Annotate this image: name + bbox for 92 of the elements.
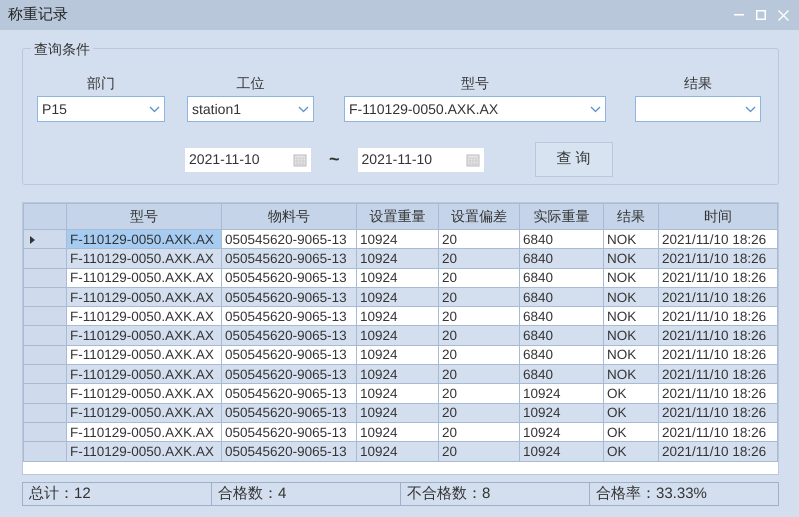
table-cell: OK xyxy=(604,442,658,462)
table-cell: F-110129-0050.AXK.AX xyxy=(66,403,222,422)
dropdown-field[interactable]: P15 xyxy=(37,96,165,122)
table-cell: 20 xyxy=(438,248,520,268)
table-cell: OK xyxy=(604,403,658,422)
chevron-down-icon xyxy=(149,106,160,112)
table-cell: 6840 xyxy=(520,287,604,307)
table-cell: F-110129-0050.AXK.AX xyxy=(66,230,222,249)
field-label: 结果 xyxy=(684,74,712,93)
date-separator: ~ xyxy=(329,148,340,171)
table-cell: 10924 xyxy=(520,384,604,404)
table-cell: 10924 xyxy=(520,403,604,422)
table-cell: 10924 xyxy=(356,403,438,422)
table-cell: F-110129-0050.AXK.AX xyxy=(66,384,222,404)
status-text: 合格率：33.33% xyxy=(595,484,708,504)
table-cell: 6840 xyxy=(520,326,604,346)
table-cell: 050545620-9065-13 xyxy=(222,442,356,462)
status-text: 合格数：4 xyxy=(212,483,401,505)
column-header[interactable]: 时间 xyxy=(658,204,778,230)
calendar-icon[interactable] xyxy=(293,152,307,166)
table-cell: 10924 xyxy=(356,268,438,288)
column-header[interactable]: 设置偏差 xyxy=(438,204,520,230)
table-cell: 6840 xyxy=(520,268,604,288)
date-field[interactable]: 2021-11-10 xyxy=(358,148,484,172)
table-cell: F-110129-0050.AXK.AX xyxy=(66,442,222,462)
table-cell: 20 xyxy=(438,442,520,462)
field-label: 工位 xyxy=(236,74,264,93)
column-header[interactable]: 设置重量 xyxy=(356,204,438,230)
table-cell: 20 xyxy=(438,326,520,346)
minimize-icon[interactable] xyxy=(734,14,744,16)
table-cell: NOK xyxy=(604,268,658,288)
table-cell: 10924 xyxy=(356,442,438,462)
table-cell: 10924 xyxy=(356,326,438,346)
table-cell: 10924 xyxy=(356,287,438,307)
query-button[interactable]: 查 询 xyxy=(534,142,613,177)
table-cell: 10924 xyxy=(356,364,438,384)
table-cell: 20 xyxy=(438,403,520,422)
calendar-icon[interactable] xyxy=(466,152,480,166)
table-cell: 2021/11/10 18:26 xyxy=(658,268,778,288)
status-text: 总计：12 xyxy=(23,483,212,505)
field-label: 部门 xyxy=(87,74,115,93)
table-cell: 050545620-9065-13 xyxy=(222,403,356,422)
table-cell: NOK xyxy=(604,248,658,268)
maximize-icon[interactable] xyxy=(756,10,766,20)
column-header[interactable]: 型号 xyxy=(66,204,222,230)
table-cell: 20 xyxy=(438,364,520,384)
table-cell: F-110129-0050.AXK.AX xyxy=(66,364,222,384)
table-cell: NOK xyxy=(604,287,658,307)
table-cell: 050545620-9065-13 xyxy=(222,268,356,288)
table-cell: NOK xyxy=(604,364,658,384)
table-cell: 050545620-9065-13 xyxy=(222,248,356,268)
table-cell: 2021/11/10 18:26 xyxy=(658,287,778,307)
field-label: 型号 xyxy=(461,74,489,93)
table-cell: 20 xyxy=(438,268,520,288)
column-header[interactable]: 物料号 xyxy=(222,204,356,230)
date-field[interactable]: 2021-11-10 xyxy=(185,148,311,172)
dropdown-field[interactable] xyxy=(635,96,761,122)
table-cell: 6840 xyxy=(520,248,604,268)
current-row-icon xyxy=(30,236,35,244)
table-cell: 2021/11/10 18:26 xyxy=(658,364,778,384)
chevron-down-icon xyxy=(298,106,309,112)
table-cell: 050545620-9065-13 xyxy=(222,384,356,404)
column-header[interactable]: 结果 xyxy=(604,204,658,230)
row-header[interactable] xyxy=(24,230,66,249)
table-cell: 6840 xyxy=(520,364,604,384)
table-cell: 20 xyxy=(438,287,520,307)
table-cell: 2021/11/10 18:26 xyxy=(658,442,778,462)
window-title: 称重记录 xyxy=(8,4,68,25)
dropdown-field[interactable]: F-110129-0050.AXK.AX xyxy=(344,96,606,122)
table-cell: 050545620-9065-13 xyxy=(222,326,356,346)
table-cell: 10924 xyxy=(356,384,438,404)
table-cell: 2021/11/10 18:26 xyxy=(658,384,778,404)
dropdown-field[interactable]: station1 xyxy=(187,96,314,122)
table-cell: 050545620-9065-13 xyxy=(222,364,356,384)
table-cell: 2021/11/10 18:26 xyxy=(658,248,778,268)
close-icon[interactable] xyxy=(778,10,789,20)
chevron-down-icon xyxy=(590,106,601,112)
table-cell: F-110129-0050.AXK.AX xyxy=(66,326,222,346)
column-header[interactable]: 实际重量 xyxy=(520,204,604,230)
table-cell: 20 xyxy=(438,384,520,404)
table-cell: F-110129-0050.AXK.AX xyxy=(66,248,222,268)
chevron-down-icon xyxy=(745,106,756,112)
table-cell: 2021/11/10 18:26 xyxy=(658,403,778,422)
table-cell: F-110129-0050.AXK.AX xyxy=(66,287,222,307)
table-cell: 10924 xyxy=(356,248,438,268)
table-cell: OK xyxy=(604,384,658,404)
table-cell: 050545620-9065-13 xyxy=(222,287,356,307)
table-cell: 10924 xyxy=(520,442,604,462)
table-cell: 2021/11/10 18:26 xyxy=(658,326,778,346)
table-cell: F-110129-0050.AXK.AX xyxy=(66,268,222,288)
table-cell: NOK xyxy=(604,326,658,346)
status-text: 不合格数：8 xyxy=(401,483,590,505)
